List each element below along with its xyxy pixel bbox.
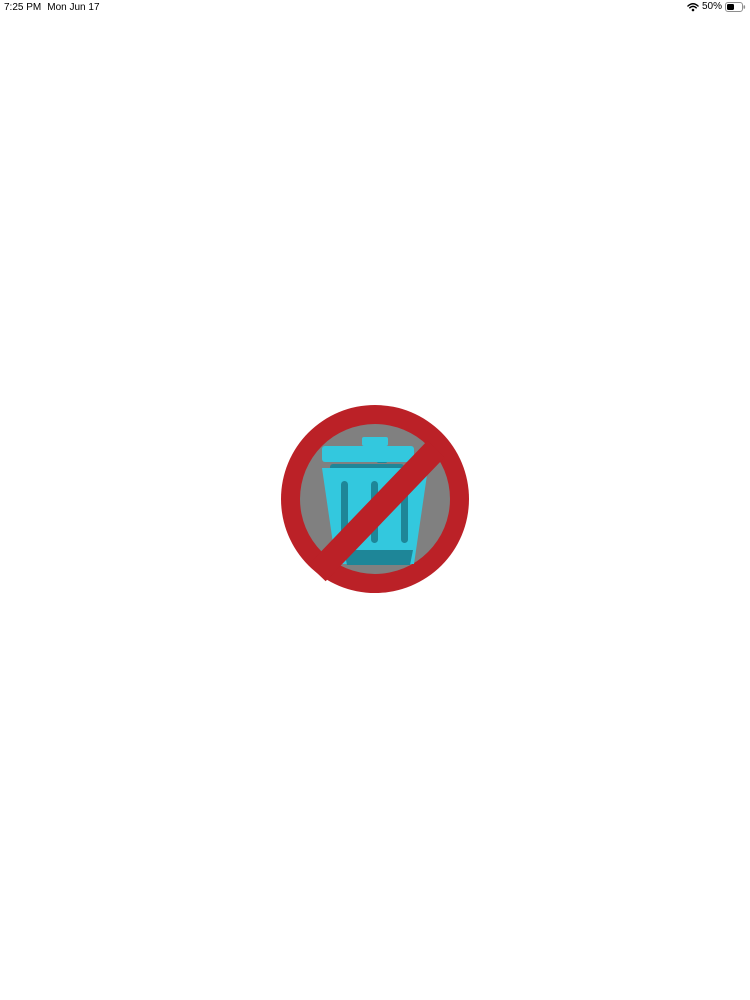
status-right: 50%	[687, 1, 746, 12]
splash-logo	[281, 405, 469, 593]
app-screen: 7:25 PM Mon Jun 17 50%	[0, 0, 750, 1000]
wifi-icon	[687, 2, 699, 12]
battery-icon	[725, 1, 746, 12]
status-date: Mon Jun 17	[47, 2, 100, 13]
battery-percent: 50%	[701, 1, 722, 12]
battery-fill	[727, 3, 734, 10]
status-time: 7:25 PM	[4, 2, 42, 13]
status-left: 7:25 PM Mon Jun 17	[4, 2, 100, 13]
status-bar: 7:25 PM Mon Jun 17 50%	[0, 0, 750, 16]
